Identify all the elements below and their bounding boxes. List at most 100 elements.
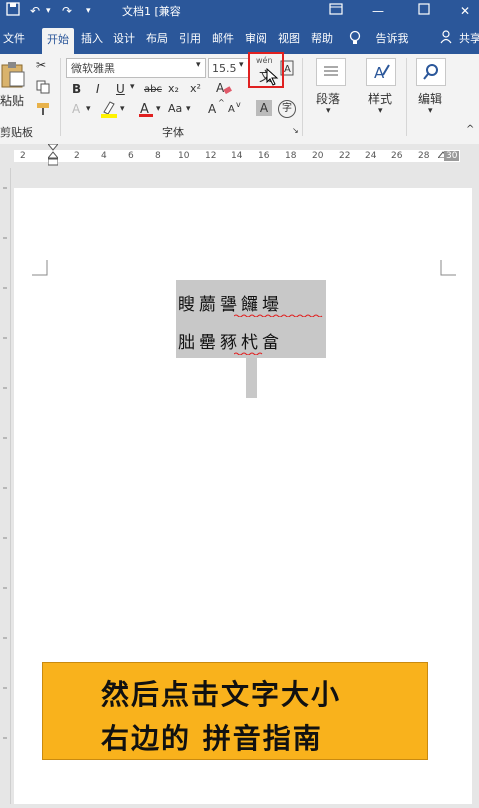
font-name-dropdown[interactable]: 微软雅黑 — [66, 58, 206, 78]
tab-layout[interactable]: 布局 — [143, 30, 171, 52]
ruler-tick: 10 — [178, 151, 190, 161]
selection-tail — [246, 358, 257, 398]
banner-line-2: 右边的 拼音指南 — [101, 722, 323, 755]
banner-line-1: 然后点击文字大小 — [101, 678, 342, 711]
instruction-banner: 然后点击文字大小 右边的 拼音指南 — [42, 662, 428, 760]
ruler-tick: 28 — [418, 151, 430, 161]
ruler-tick: 4 — [101, 151, 107, 161]
styles-icon[interactable]: A — [366, 58, 396, 86]
customize-qat-icon[interactable]: ▾ — [86, 2, 91, 20]
cut-icon[interactable]: ✂ — [36, 58, 46, 72]
ruler-tick: 12 — [205, 151, 217, 161]
enclose-characters-button[interactable]: 字 — [278, 100, 296, 118]
redo-icon[interactable]: ↷ — [62, 2, 72, 20]
change-case-chevron-icon[interactable]: ▾ — [186, 104, 191, 114]
subscript-button[interactable]: x₂ — [168, 82, 179, 95]
bold-button[interactable]: B — [72, 82, 81, 96]
font-color-chevron-icon[interactable]: ▾ — [156, 104, 161, 114]
copy-icon[interactable] — [36, 80, 50, 97]
tab-references[interactable]: 引用 — [176, 30, 204, 52]
text-effects-icon[interactable]: A — [72, 102, 80, 116]
ruler-tick: 24 — [365, 151, 377, 161]
strikethrough-button[interactable]: abc — [144, 84, 162, 95]
margin-corner-mark — [32, 260, 48, 276]
paragraph-chevron-icon[interactable]: ▾ — [326, 106, 331, 116]
window-title: 文档1 [兼容 — [122, 5, 181, 18]
tab-design[interactable]: 设计 — [110, 30, 138, 52]
tab-view[interactable]: 视图 — [275, 30, 303, 52]
tab-file[interactable]: 文件 — [0, 30, 28, 52]
grow-font-arrow-icon: ^ — [218, 98, 225, 107]
shrink-font-arrow-icon: v — [236, 100, 241, 109]
change-case-button[interactable]: Aa — [168, 102, 182, 115]
styles-button-label[interactable]: 样式 — [368, 90, 392, 107]
spell-check-underline — [234, 352, 263, 355]
ribbon-display-icon[interactable] — [329, 2, 343, 21]
spell-check-underline — [234, 314, 323, 317]
maximize-icon[interactable] — [418, 2, 430, 20]
close-icon[interactable]: ✕ — [460, 2, 470, 20]
ruler-tick: 22 — [339, 151, 351, 161]
undo-icon[interactable]: ↶ — [30, 2, 40, 20]
vertical-ruler[interactable] — [0, 168, 11, 804]
ruler-tick: 26 — [391, 151, 403, 161]
font-color-icon[interactable]: A — [138, 100, 154, 121]
text-effects-chevron-icon[interactable]: ▾ — [86, 104, 91, 114]
font-name-chevron-icon[interactable]: ▾ — [196, 60, 201, 70]
tab-help[interactable]: 帮助 — [308, 30, 336, 52]
editing-search-icon[interactable] — [416, 58, 446, 86]
ruler-tick: 20 — [312, 151, 324, 161]
svg-text:A: A — [284, 64, 291, 75]
ruler-tick: 2 — [74, 151, 80, 161]
editing-chevron-icon[interactable]: ▾ — [428, 106, 433, 116]
paragraph-icon[interactable] — [316, 58, 346, 86]
ruler-tick: 8 — [155, 151, 161, 161]
group-divider — [302, 58, 303, 136]
ruler-tick: 18 — [285, 151, 297, 161]
share-button[interactable]: 共享 — [456, 30, 479, 52]
phonetic-guide-highlight — [248, 52, 284, 88]
ribbon-tabs: 文件 开始 插入 设计 布局 引用 邮件 审阅 视图 帮助 告诉我 共享 — [0, 22, 479, 54]
undo-dropdown-icon[interactable]: ▾ — [46, 2, 51, 20]
italic-button[interactable]: I — [96, 82, 100, 96]
collapse-ribbon-icon[interactable]: ^ — [466, 124, 474, 135]
paragraph-button-label[interactable]: 段落 — [316, 90, 340, 107]
save-icon[interactable] — [6, 2, 20, 21]
character-shading-button[interactable]: A — [256, 100, 272, 116]
clipboard-group-label: 剪贴板 — [0, 126, 33, 139]
shrink-font-button[interactable]: A — [228, 104, 235, 115]
ruler-tick: 30 — [444, 151, 460, 161]
tab-home[interactable]: 开始 — [42, 28, 74, 54]
ruler-tick: 6 — [128, 151, 134, 161]
font-size-chevron-icon[interactable]: ▾ — [239, 60, 244, 70]
highlight-chevron-icon[interactable]: ▾ — [120, 104, 125, 114]
superscript-button[interactable]: x² — [190, 82, 201, 95]
tab-review[interactable]: 审阅 — [242, 30, 270, 52]
editing-button-label[interactable]: 编辑 — [418, 90, 442, 107]
clear-formatting-icon[interactable]: A — [216, 80, 232, 99]
tell-me-search[interactable]: 告诉我 — [372, 30, 412, 52]
selected-text-block[interactable]: 瞍蘮謽饠壜 胐罍豩杙畣 — [176, 280, 326, 358]
font-group-label: 字体 — [162, 126, 184, 139]
paste-button-label[interactable]: 粘贴 — [0, 92, 24, 109]
tab-insert[interactable]: 插入 — [78, 30, 106, 52]
styles-chevron-icon[interactable]: ▾ — [378, 106, 383, 116]
paste-icon[interactable] — [0, 60, 26, 91]
highlight-icon[interactable] — [100, 100, 118, 121]
horizontal-ruler[interactable]: 2 2 4 6 8 10 12 14 16 18 20 22 24 26 28 … — [0, 143, 479, 169]
font-dialog-launcher-icon[interactable]: ↘ — [292, 126, 299, 135]
minimize-icon[interactable]: — — [372, 2, 384, 20]
document-text-line-1[interactable]: 瞍蘮謽饠壜 — [178, 290, 283, 315]
underline-chevron-icon[interactable]: ▾ — [130, 82, 135, 92]
document-text-line-2[interactable]: 胐罍豩杙畣 — [178, 328, 283, 353]
group-divider — [406, 58, 407, 136]
ribbon: 粘贴 ✂ 剪贴板 微软雅黑 ▾ 15.5 ▾ wén 文 A B I U ▾ a… — [0, 54, 479, 145]
underline-button[interactable]: U — [116, 82, 125, 96]
format-painter-icon[interactable] — [36, 102, 50, 119]
share-person-icon[interactable] — [440, 30, 452, 52]
lightbulb-icon[interactable] — [348, 30, 362, 52]
grow-font-button[interactable]: A — [208, 102, 216, 116]
indent-marker[interactable] — [46, 143, 60, 169]
tab-mailings[interactable]: 邮件 — [209, 30, 237, 52]
margin-corner-mark — [440, 260, 456, 276]
